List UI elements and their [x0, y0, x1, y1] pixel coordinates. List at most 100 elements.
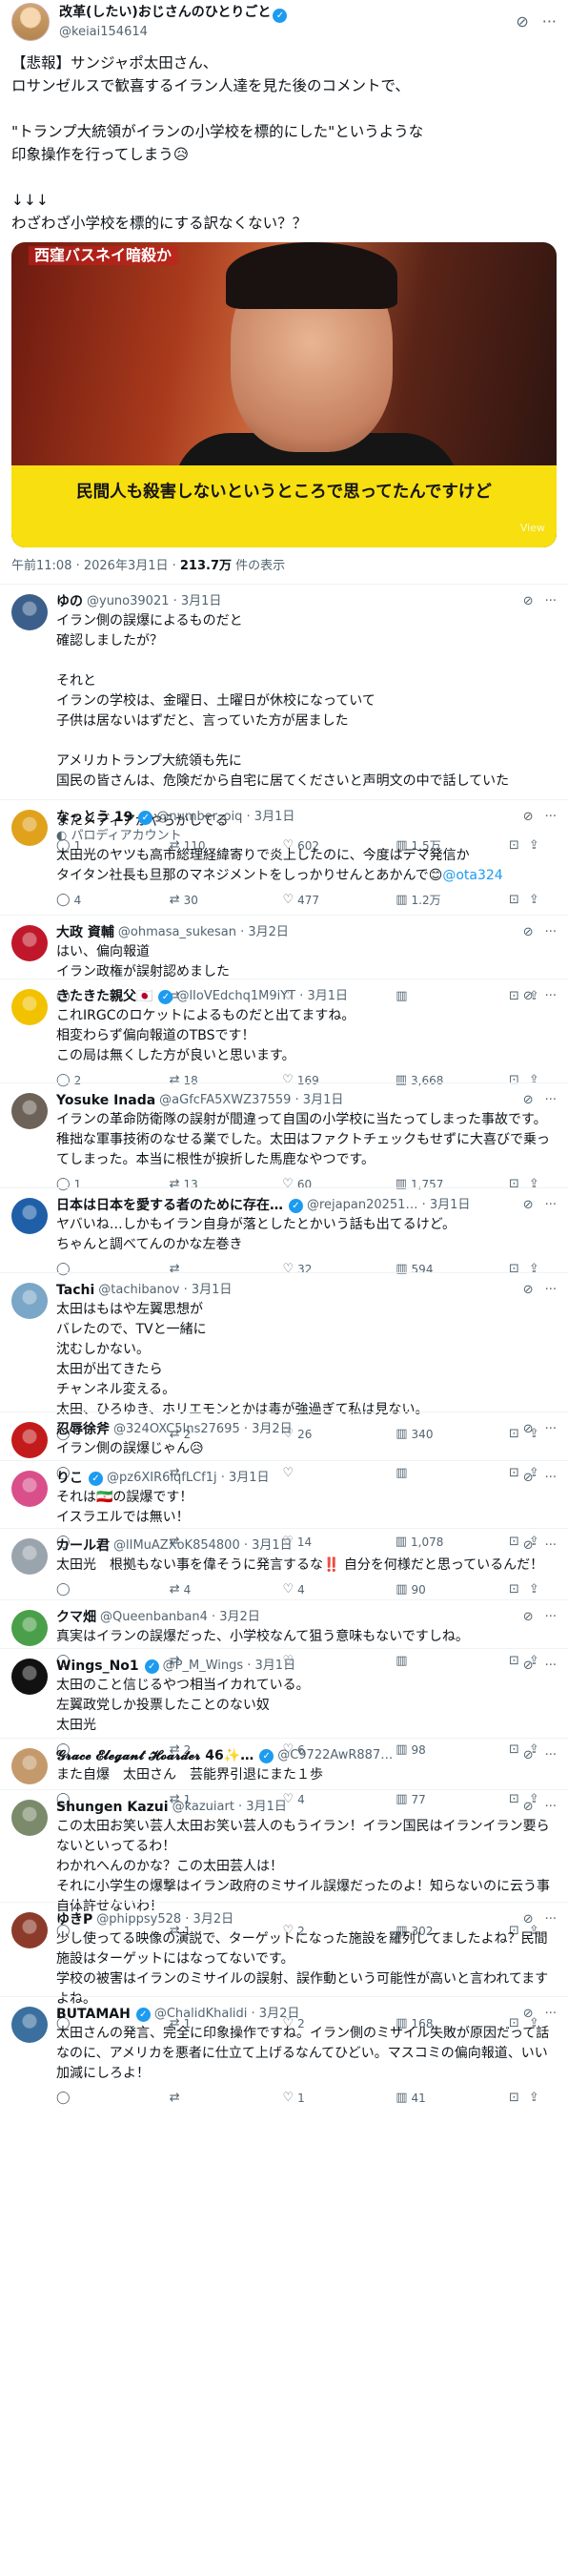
grok-icon[interactable]: ⊘ — [523, 1196, 534, 1215]
reply-avatar[interactable] — [11, 2007, 48, 2043]
reply-avatar[interactable] — [11, 925, 48, 961]
more-options-icon[interactable]: ··· — [545, 1091, 557, 1110]
reply-author-name[interactable]: クマ畑 — [56, 1608, 96, 1627]
reply-author-name[interactable]: Shungen Kazui — [56, 1798, 169, 1817]
more-options-icon[interactable]: ··· — [545, 923, 557, 942]
reply-item[interactable]: 𝓖𝓻𝓪𝓬𝓮 𝓔𝓵𝓮𝓰𝓪𝓷𝓽 𝓗𝓸𝓪𝓻𝓭𝓮𝓻 46✨… ✓ @C9722AwR887…… — [0, 1738, 568, 1806]
like-button[interactable]: ♡ 477 — [283, 891, 331, 910]
bookmark-icon[interactable]: ⊡ — [509, 2089, 519, 2108]
reply-button[interactable]: ◯ — [56, 1580, 104, 1599]
reply-handle-date[interactable]: @phippsy528 · 3月2日 — [96, 1910, 233, 1929]
more-options-icon[interactable]: ··· — [545, 1608, 557, 1627]
grok-icon[interactable]: ⊘ — [523, 987, 534, 1006]
reply-handle-date[interactable]: @number_oiq · 3月1日 — [156, 808, 294, 827]
reply-author-name[interactable]: カール君 — [56, 1536, 110, 1556]
reply-author-name[interactable]: Yosuke Inada — [56, 1091, 155, 1110]
reply-avatar[interactable] — [11, 1748, 48, 1784]
grok-icon[interactable]: ⊘ — [523, 592, 534, 611]
more-options-icon[interactable]: ··· — [545, 1536, 557, 1556]
like-button[interactable]: ♡ 4 — [283, 1580, 331, 1599]
reply-author-name[interactable]: きたきた親父🇯🇵 — [56, 987, 152, 1006]
reply-avatar[interactable] — [11, 1610, 48, 1646]
grok-icon[interactable]: ⊘ — [523, 1657, 534, 1676]
grok-icon[interactable]: ⊘ — [523, 1536, 534, 1556]
reply-item[interactable]: Wings_No1 ✓ @P_M_Wings · 3月1日 ⊘ ··· 太田のこと信じるや… — [0, 1648, 568, 1757]
reply-avatar[interactable] — [11, 1659, 48, 1695]
post-time[interactable]: 午前11:08 · 2026年3月1日 · — [11, 559, 180, 573]
reply-handle-date[interactable]: @rejapan20251… · 3月1日 — [307, 1196, 470, 1215]
reply-handle-date[interactable]: @yuno39021 · 3月1日 — [87, 592, 221, 611]
more-options-icon[interactable]: ··· — [545, 1469, 557, 1488]
reply-handle-date[interactable]: @tachibanov · 3月1日 — [98, 1281, 232, 1300]
repost-button[interactable]: ⇄ 30 — [170, 891, 217, 910]
reply-avatar[interactable] — [11, 989, 48, 1025]
reply-author-name[interactable]: 忍辱徐斧 — [56, 1420, 110, 1439]
reply-author-name[interactable]: なっとう 19 — [56, 808, 132, 827]
reply-handle-date[interactable]: @pz6XIR6iqfLCf1j · 3月1日 — [107, 1469, 270, 1488]
reply-avatar[interactable] — [11, 1800, 48, 1836]
grok-icon[interactable]: ⊘ — [523, 808, 534, 827]
grok-icon[interactable]: ⊘ — [516, 12, 528, 31]
grok-icon[interactable]: ⊘ — [523, 1091, 534, 1110]
reply-avatar[interactable] — [11, 810, 48, 846]
grok-icon[interactable]: ⊘ — [523, 2005, 534, 2024]
reply-author-name[interactable]: ゆきP — [56, 1910, 92, 1929]
reply-item[interactable]: きたきた親父🇯🇵 ✓ @lIoVEdchq1M9iYT · 3月1日 ⊘ ··· これIR… — [0, 979, 568, 1087]
reply-avatar[interactable] — [11, 1283, 48, 1319]
reply-avatar[interactable] — [11, 1422, 48, 1458]
reply-item[interactable]: なっとう 19 ✓ @number_oiq · 3月1日 ⊘ ··· ◐ パロディアカウン… — [0, 799, 568, 915]
reply-avatar[interactable] — [11, 1093, 48, 1129]
bookmark-icon[interactable]: ⊡ — [509, 891, 519, 910]
grok-icon[interactable]: ⊘ — [523, 1281, 534, 1300]
reply-avatar[interactable] — [11, 594, 48, 630]
mention-link[interactable]: @ota324 — [442, 868, 502, 883]
repost-button[interactable]: ⇄ — [170, 2089, 217, 2108]
reply-button[interactable]: ◯ — [56, 2089, 104, 2108]
like-button[interactable]: ♡ 1 — [283, 2089, 331, 2108]
reply-item[interactable]: カール君 @lIMuAZXoK854800 · 3月1日 ⊘ ··· 太田光 根拠もない… — [0, 1528, 568, 1599]
reply-handle-date[interactable]: @Queenbanban4 · 3月2日 — [100, 1608, 260, 1627]
grok-icon[interactable]: ⊘ — [523, 1469, 534, 1488]
views-button[interactable]: ▥ 90 — [396, 1580, 443, 1599]
reply-avatar[interactable] — [11, 1471, 48, 1507]
author-avatar[interactable] — [11, 3, 50, 41]
repost-button[interactable]: ⇄ 4 — [170, 1580, 217, 1599]
reply-author-name[interactable]: 大政 資輔 — [56, 923, 114, 942]
more-options-icon[interactable]: ··· — [545, 2005, 557, 2024]
views-button[interactable]: ▥ 1.2万 — [396, 891, 443, 910]
reply-author-name[interactable]: Tachi — [56, 1281, 94, 1300]
more-options-icon[interactable]: ··· — [545, 1420, 557, 1439]
more-options-icon[interactable]: ··· — [545, 592, 557, 611]
reply-item[interactable]: Yosuke Inada @aGfcFA5XWZ37559 · 3月1日 ⊘ ··· イ… — [0, 1082, 568, 1191]
grok-icon[interactable]: ⊘ — [523, 1608, 534, 1627]
reply-handle-date[interactable]: @C9722AwR887… — [277, 1746, 393, 1765]
views-button[interactable]: ▥ 41 — [396, 2089, 443, 2108]
reply-item[interactable]: ゆきP @phippsy528 · 3月2日 ⊘ ··· 少し使ってる映像の演説で、ター… — [0, 1902, 568, 2030]
reply-item[interactable]: Tachi @tachibanov · 3月1日 ⊘ ··· 太田はもはや左翼思想が バ… — [0, 1272, 568, 1441]
reply-handle-date[interactable]: @ChalidKhalidi · 3月2日 — [154, 2005, 300, 2024]
reply-item[interactable]: 忍辱徐斧 @324OXC5Ins27695 · 3月2日 ⊘ ··· イラン側の誤爆じゃ… — [0, 1412, 568, 1480]
reply-avatar[interactable] — [11, 1912, 48, 1948]
grok-icon[interactable]: ⊘ — [523, 1746, 534, 1765]
grok-icon[interactable]: ⊘ — [523, 1910, 534, 1929]
reply-item[interactable]: 大政 資輔 @ohmasa_sukesan · 3月2日 ⊘ ··· はい、偏向報道 イ… — [0, 915, 568, 1003]
share-icon[interactable]: ⇪ — [529, 2089, 539, 2108]
more-options-icon[interactable]: ··· — [545, 808, 557, 827]
reply-item[interactable]: クマ畑 @Queenbanban4 · 3月2日 ⊘ ··· 真実はイランの誤爆だった、… — [0, 1599, 568, 1668]
reply-author-name[interactable]: りこ — [56, 1469, 83, 1488]
reply-handle-date[interactable]: @kazuiart · 3月1日 — [172, 1798, 287, 1817]
grok-icon[interactable]: ⊘ — [523, 1798, 534, 1817]
reply-item[interactable]: りこ ✓ @pz6XIR6iqfLCf1j · 3月1日 ⊘ ··· それは🇮🇷の誤爆です… — [0, 1460, 568, 1549]
more-options-icon[interactable]: ··· — [545, 1196, 557, 1215]
reply-handle-date[interactable]: @lIoVEdchq1M9iYT · 3月1日 — [176, 987, 348, 1006]
more-options-icon[interactable]: ··· — [545, 1910, 557, 1929]
grok-icon[interactable]: ⊘ — [523, 1420, 534, 1439]
reply-handle-date[interactable]: @ohmasa_sukesan · 3月2日 — [118, 923, 289, 942]
bookmark-icon[interactable]: ⊡ — [509, 1580, 519, 1599]
grok-icon[interactable]: ⊘ — [523, 923, 534, 942]
share-icon[interactable]: ⇪ — [529, 1580, 539, 1599]
reply-avatar[interactable] — [11, 1198, 48, 1234]
reply-handle-date[interactable]: @324OXC5Ins27695 · 3月2日 — [113, 1420, 293, 1439]
more-options-icon[interactable]: ··· — [545, 1281, 557, 1300]
reply-author-name[interactable]: ゆの — [56, 592, 83, 611]
